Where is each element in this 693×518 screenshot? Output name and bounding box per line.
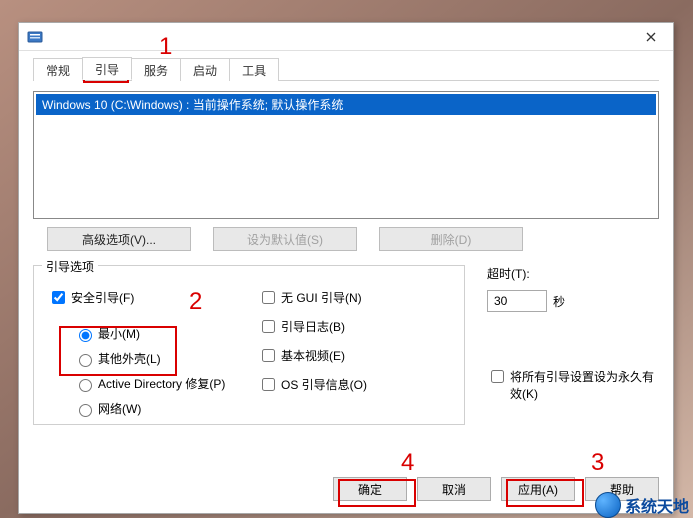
tab-boot[interactable]: 引导 [82, 57, 132, 80]
watermark: 系统天地 [595, 492, 689, 518]
timeout-unit: 秒 [553, 293, 565, 310]
radio-altshell-label: 其他外壳(L) [98, 350, 161, 367]
tab-services[interactable]: 服务 [131, 58, 181, 81]
dialog-body: 常规 引导 服务 启动 工具 Windows 10 (C:\Windows) :… [19, 51, 673, 435]
safe-boot-checkbox[interactable]: 安全引导(F) [48, 288, 258, 307]
safe-boot-input[interactable] [52, 291, 65, 304]
timeout-input[interactable] [487, 290, 547, 312]
osbootinfo-label: OS 引导信息(O) [281, 376, 367, 393]
radio-network-label: 网络(W) [98, 400, 141, 417]
lower-panel: 引导选项 安全引导(F) 最小(M) [33, 265, 659, 425]
advanced-options-button[interactable]: 高级选项(V)... [47, 227, 191, 251]
boot-entry-list[interactable]: Windows 10 (C:\Windows) : 当前操作系统; 默认操作系统 [33, 91, 659, 219]
bootlog-checkbox[interactable]: 引导日志(B) [258, 317, 367, 336]
permanent-input[interactable] [491, 370, 504, 383]
cancel-button[interactable]: 取消 [417, 477, 491, 501]
radio-minimal-input[interactable] [79, 329, 92, 342]
radio-adrepair[interactable]: Active Directory 修复(P) [74, 375, 258, 392]
permanent-checkbox[interactable]: 将所有引导设置设为永久有效(K) [487, 368, 659, 402]
tab-bar: 常规 引导 服务 启动 工具 [33, 57, 659, 81]
safe-boot-label: 安全引导(F) [71, 289, 134, 306]
annotation-number-4: 4 [401, 449, 414, 477]
radio-altshell-input[interactable] [79, 354, 92, 367]
delete-button: 删除(D) [379, 227, 523, 251]
boot-entry-item[interactable]: Windows 10 (C:\Windows) : 当前操作系统; 默认操作系统 [36, 94, 656, 115]
basevideo-label: 基本视频(E) [281, 347, 345, 364]
radio-minimal[interactable]: 最小(M) [74, 325, 258, 342]
list-buttons-row: 高级选项(V)... 设为默认值(S) 删除(D) [33, 227, 659, 251]
radio-altshell[interactable]: 其他外壳(L) [74, 350, 258, 367]
radio-minimal-label: 最小(M) [98, 325, 140, 342]
ok-button[interactable]: 确定 [333, 477, 407, 501]
osbootinfo-checkbox[interactable]: OS 引导信息(O) [258, 375, 367, 394]
basevideo-checkbox[interactable]: 基本视频(E) [258, 346, 367, 365]
annotation-number-3: 3 [591, 449, 604, 477]
set-default-button: 设为默认值(S) [213, 227, 357, 251]
no-gui-checkbox[interactable]: 无 GUI 引导(N) [258, 288, 367, 307]
boot-options-group: 引导选项 安全引导(F) 最小(M) [33, 265, 465, 425]
osbootinfo-input[interactable] [262, 378, 275, 391]
tab-tools[interactable]: 工具 [229, 58, 279, 81]
radio-network[interactable]: 网络(W) [74, 400, 258, 417]
basevideo-input[interactable] [262, 349, 275, 362]
bootlog-label: 引导日志(B) [281, 318, 345, 335]
globe-icon [595, 492, 621, 518]
radio-adrepair-input[interactable] [79, 379, 92, 392]
tab-general[interactable]: 常规 [33, 58, 83, 81]
close-button[interactable] [629, 23, 673, 51]
boot-options-title: 引导选项 [42, 258, 98, 275]
bootlog-input[interactable] [262, 320, 275, 333]
permanent-label: 将所有引导设置设为永久有效(K) [510, 368, 659, 402]
tab-startup[interactable]: 启动 [180, 58, 230, 81]
apply-button[interactable]: 应用(A) [501, 477, 575, 501]
app-icon [27, 29, 43, 45]
msconfig-dialog: 常规 引导 服务 启动 工具 Windows 10 (C:\Windows) :… [18, 22, 674, 514]
watermark-text: 系统天地 [625, 493, 689, 517]
no-gui-label: 无 GUI 引导(N) [281, 289, 362, 306]
safe-boot-radio-group: 最小(M) 其他外壳(L) Active Directory 修复(P) [48, 325, 258, 417]
radio-adrepair-label: Active Directory 修复(P) [98, 375, 225, 392]
close-icon [646, 32, 656, 42]
no-gui-input[interactable] [262, 291, 275, 304]
timeout-label: 超时(T): [487, 265, 659, 282]
radio-network-input[interactable] [79, 404, 92, 417]
timeout-panel: 超时(T): 秒 将所有引导设置设为永久有效(K) [465, 265, 659, 425]
titlebar [19, 23, 673, 51]
